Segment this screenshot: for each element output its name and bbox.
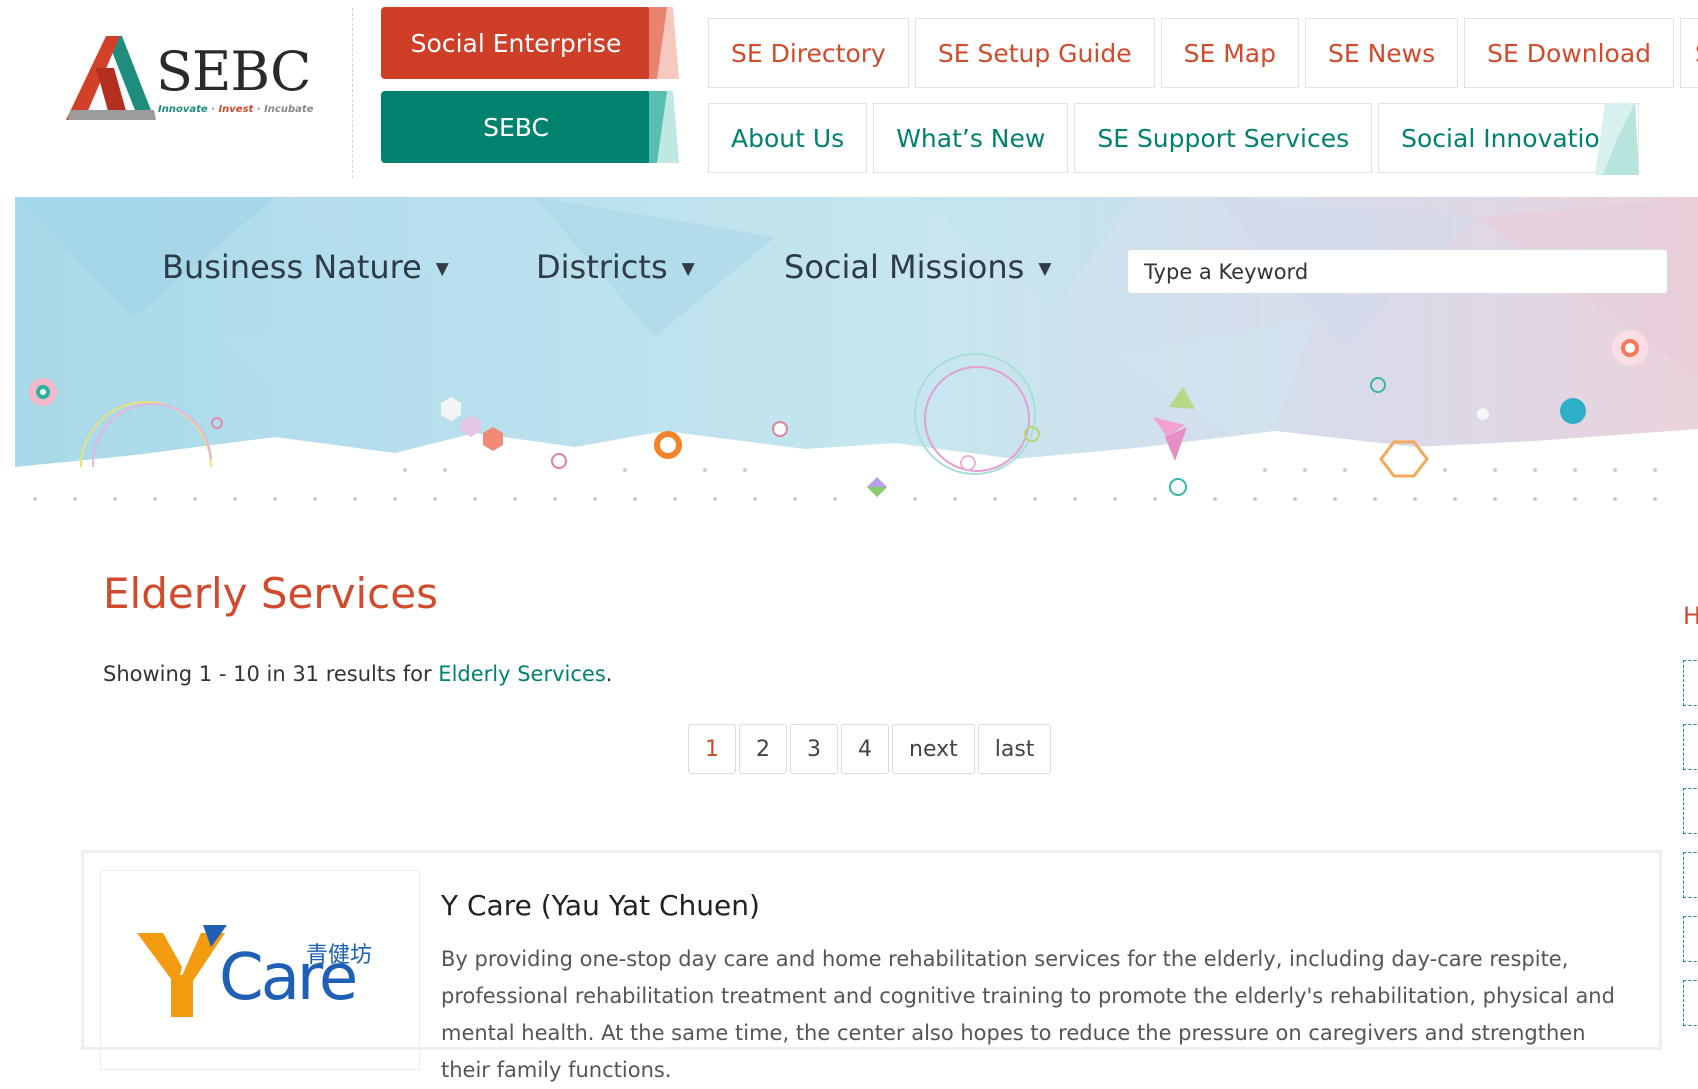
results-summary-text: Showing 1 - 10 in 31 results for [103,662,439,686]
sidebar-item[interactable] [1683,916,1698,962]
caret-down-icon: ▼ [435,259,449,279]
sebc-logo[interactable]: SEBC Innovate · Invest · Incubate [62,34,313,124]
caret-down-icon: ▼ [1038,259,1052,279]
sidebar-item[interactable] [1683,852,1698,898]
results-category-link[interactable]: Elderly Services [438,662,605,686]
business-nature-label: Business Nature [162,248,422,286]
fold-decoration-icon [649,91,679,163]
nav-se-support-services[interactable]: SE Support Services [1074,103,1373,173]
social-missions-dropdown[interactable]: Social Missions ▼ [784,248,1051,286]
sidebar-item[interactable] [1683,980,1698,1026]
header-divider [352,8,353,178]
sebc-tagline: Innovate · Invest · Incubate [158,104,314,115]
sebc-button[interactable]: SEBC [381,91,679,163]
page-title: Elderly Services [103,569,438,618]
nav-se-more[interactable]: SE [1680,18,1698,88]
pagination: 1 2 3 4 next last [688,724,1054,774]
social-enterprise-label: Social Enterprise [410,28,622,58]
sidebar-item[interactable] [1683,724,1698,770]
nav-se-directory[interactable]: SE Directory [708,18,909,88]
fold-decoration-icon [649,7,679,79]
caret-down-icon: ▼ [681,259,695,279]
sebc-logo-mark-icon [66,36,156,120]
sebc-wordmark: SEBC [156,40,311,103]
nav-decoration-icon [1595,103,1639,175]
result-card[interactable]: 青健坊 Care Y Care (Yau Yat Chuen) By provi… [81,850,1662,1082]
page-1-button[interactable]: 1 [688,724,736,774]
result-title[interactable]: Y Care (Yau Yat Chuen) [441,889,760,922]
banner-pattern-icon [15,197,1698,512]
next-page-button[interactable]: next [892,724,975,774]
page-4-button[interactable]: 4 [841,724,889,774]
districts-label: Districts [536,248,668,286]
nav-about-us[interactable]: About Us [708,103,868,173]
business-nature-dropdown[interactable]: Business Nature ▼ [162,248,449,286]
result-description: By providing one-stop day care and home … [441,947,1615,1082]
se-nav-row: SE Directory SE Setup Guide SE Map SE Ne… [708,18,1698,88]
page-2-button[interactable]: 2 [739,724,787,774]
page-3-button[interactable]: 3 [790,724,838,774]
last-page-button[interactable]: last [977,724,1052,774]
results-summary: Showing 1 - 10 in 31 results for Elderly… [103,662,613,686]
nav-se-setup-guide[interactable]: SE Setup Guide [914,18,1155,88]
social-enterprise-button[interactable]: Social Enterprise [381,7,679,79]
ycare-wordmark: Care [219,941,358,1015]
sidebar-item[interactable] [1683,788,1698,834]
hero-banner [15,197,1698,512]
districts-dropdown[interactable]: Districts ▼ [536,248,695,286]
nav-se-map[interactable]: SE Map [1160,18,1299,88]
sebc-nav-row: About Us What’s New SE Support Services … [708,103,1645,173]
nav-whats-new[interactable]: What’s New [873,103,1069,173]
sidebar-item[interactable] [1683,660,1698,706]
nav-se-download[interactable]: SE Download [1464,18,1675,88]
social-missions-label: Social Missions [784,248,1025,286]
nav-se-news[interactable]: SE News [1304,18,1459,88]
ycare-y-icon [137,925,227,1017]
sidebar-heading: H [1683,602,1698,630]
keyword-search-input[interactable] [1127,249,1668,294]
sebc-label: SEBC [483,112,549,142]
ycare-logo[interactable]: 青健坊 Care [100,870,420,1070]
